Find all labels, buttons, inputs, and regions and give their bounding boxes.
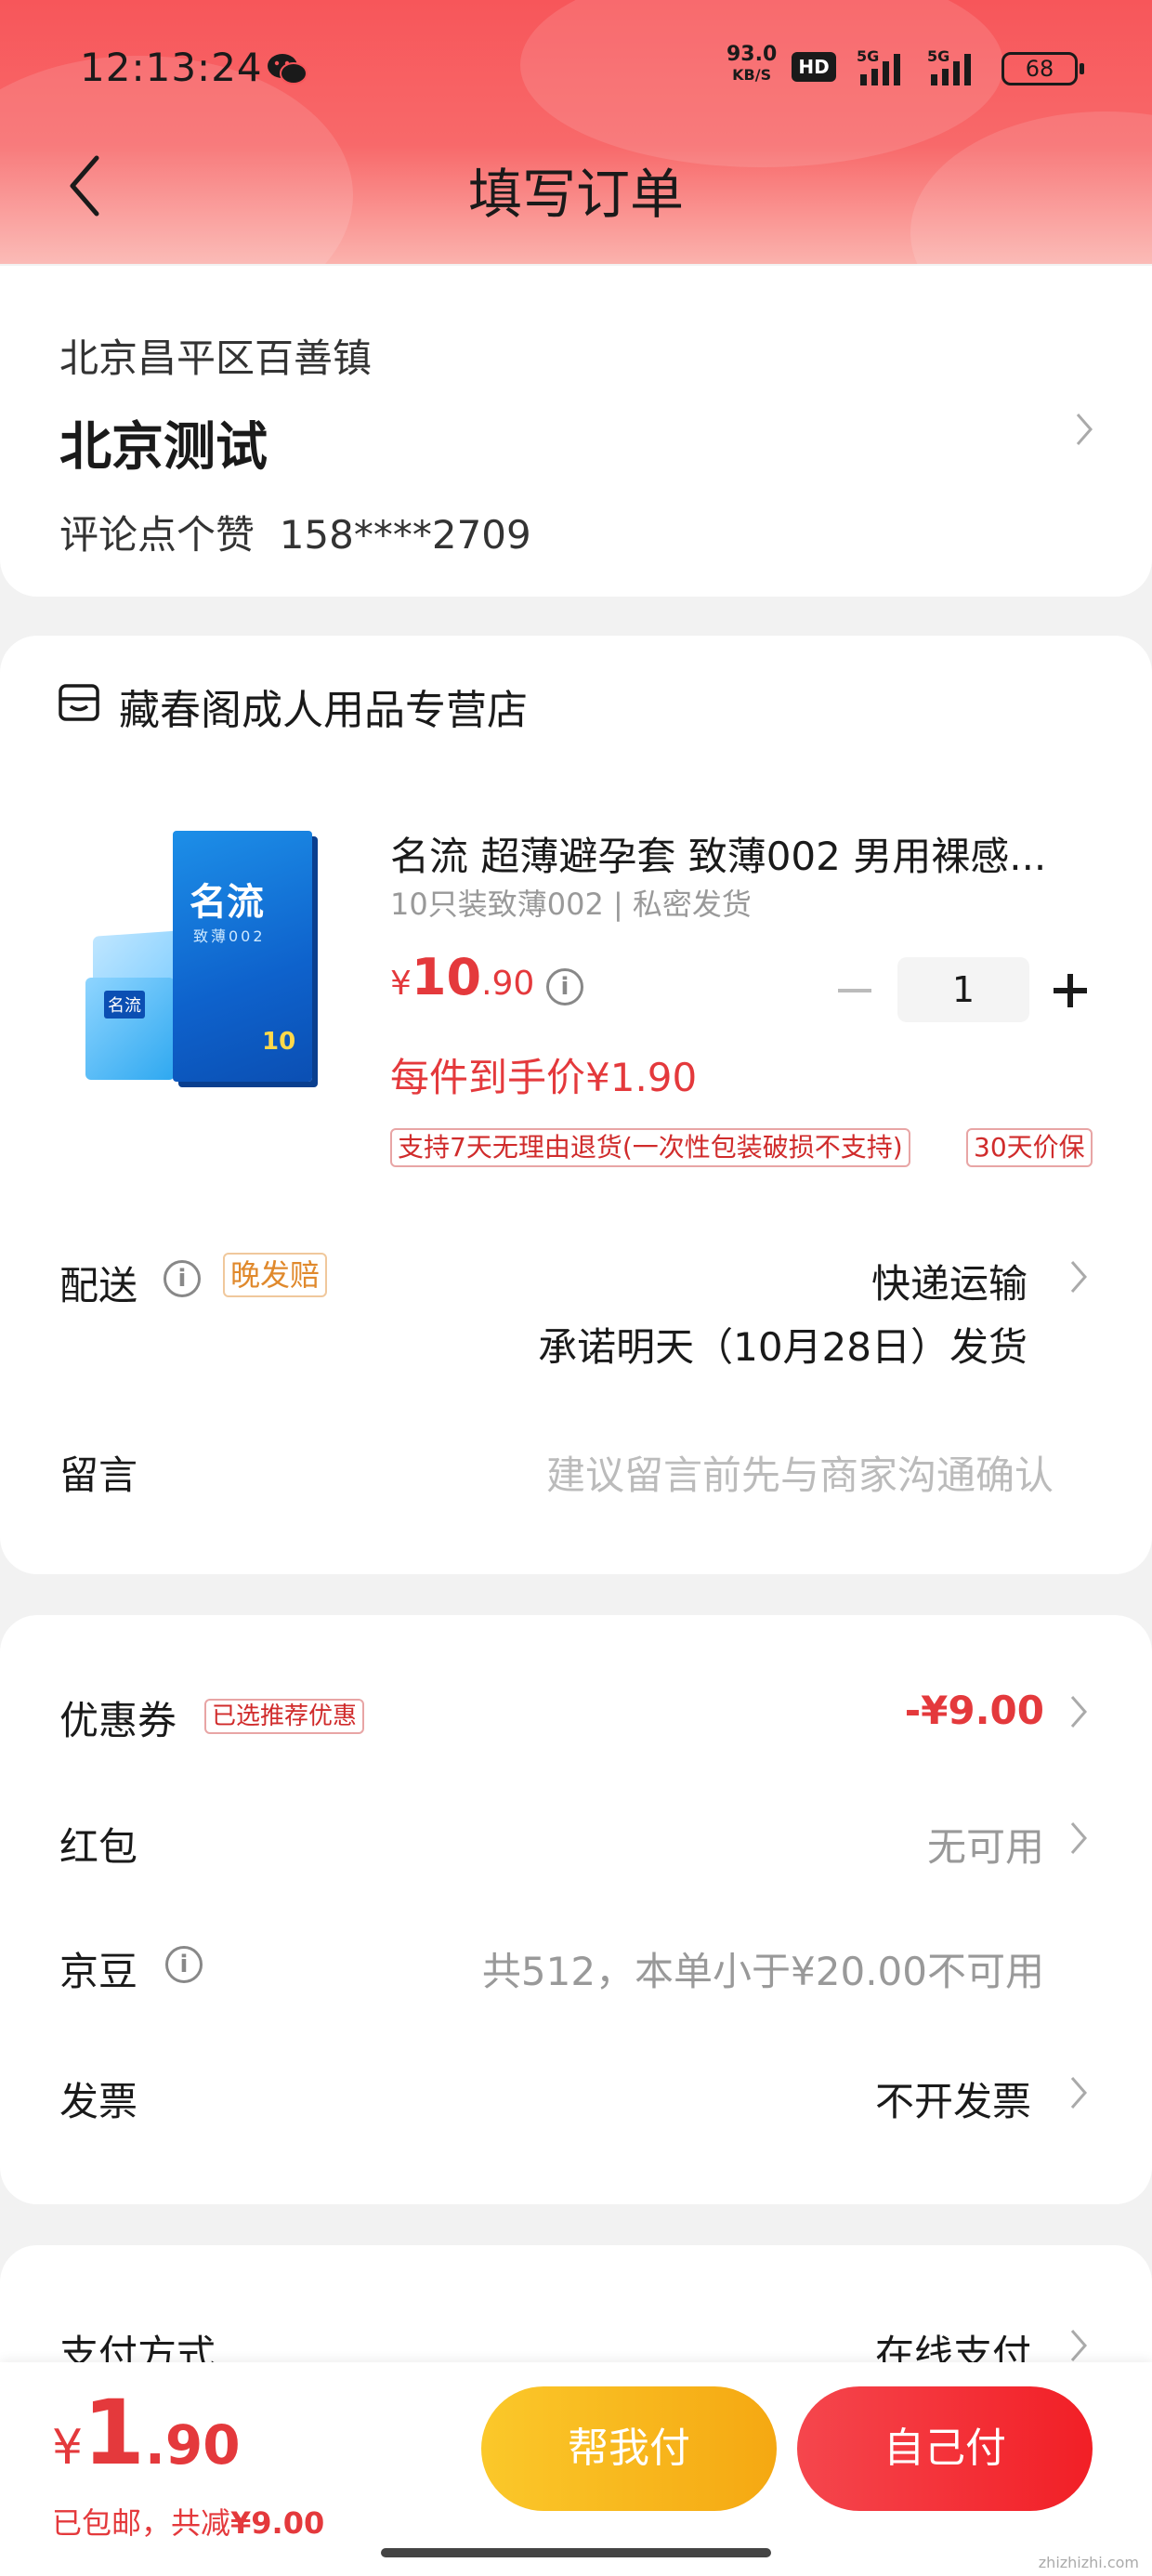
- delivery-method[interactable]: 快递运输: [871, 1253, 1028, 1309]
- total-price: ¥1.90: [52, 2381, 241, 2485]
- address-region: 北京昌平区百善镇: [59, 335, 373, 381]
- invoice-label: 发票: [59, 2079, 138, 2124]
- return-policy-tag: 支持7天无理由退货(一次性包装破损不支持): [390, 1128, 910, 1167]
- quantity-input[interactable]: 1: [897, 957, 1029, 1022]
- shipping-text: 已包邮，共减: [52, 2505, 231, 2541]
- price-int: 10: [411, 948, 482, 1006]
- product-title[interactable]: 名流 超薄避孕套 致薄002 男用裸感...: [390, 825, 1096, 882]
- net-speed: 93.0 KB/S: [727, 45, 777, 85]
- store-icon: [59, 684, 99, 721]
- product-spec: 10只装致薄002 | 私密发货: [390, 887, 752, 922]
- page-title: 填写订单: [467, 163, 684, 226]
- signal-5g-icon: 5G: [857, 47, 900, 85]
- friend-pay-button[interactable]: 帮我付: [481, 2386, 777, 2511]
- store-name[interactable]: 藏春阁成人用品专营店: [119, 677, 528, 736]
- coupon-badge: 已选推荐优惠: [204, 1699, 365, 1734]
- svg-text:5G: 5G: [927, 47, 949, 65]
- price-info-icon[interactable]: i: [546, 968, 583, 1005]
- jingdou-value: 共512，本单小于¥20.00不可用: [481, 1949, 1044, 1994]
- address-card[interactable]: 北京昌平区百善镇 北京测试 评论点个赞 158****2709: [0, 266, 1152, 597]
- total-dec: .90: [144, 2413, 241, 2477]
- status-bar: 12:13:24 93.0 KB/S HD 5G 5G 68: [0, 41, 1152, 97]
- late-compensation-badge: 晚发赔: [223, 1253, 328, 1297]
- product-image[interactable]: 名流 名流 致薄002 10: [85, 831, 327, 1082]
- address-detail: 北京测试: [59, 417, 268, 478]
- battery-icon: 68: [1001, 52, 1084, 85]
- box-sub: 致薄002: [193, 927, 266, 945]
- plus-icon[interactable]: [1052, 972, 1089, 1009]
- svg-text:5G: 5G: [857, 47, 879, 65]
- chevron-right-icon: [1070, 1261, 1087, 1293]
- address-contact: 评论点个赞 158****2709: [59, 512, 531, 558]
- hd-icon: HD: [792, 52, 836, 82]
- benefits-card: 优惠券 已选推荐优惠 -¥9.00 红包 无可用 京豆 i 共512，本单小于¥…: [0, 1615, 1152, 2204]
- nav-bar: 填写订单: [0, 139, 1152, 232]
- total-symbol: ¥: [52, 2420, 84, 2476]
- minus-icon[interactable]: [836, 987, 873, 994]
- redpacket-label: 红包: [59, 1824, 138, 1870]
- message-input[interactable]: 建议留言前先与商家沟通确认: [546, 1444, 1054, 1501]
- saved-amount: ¥9.00: [230, 2505, 325, 2541]
- message-label: 留言: [59, 1452, 138, 1498]
- status-time: 12:13:24: [80, 45, 263, 90]
- chevron-right-icon: [1070, 1696, 1087, 1728]
- chevron-right-icon: [1070, 2077, 1087, 2109]
- chevron-right-icon: [1070, 1822, 1087, 1854]
- price-dec: .90: [481, 965, 535, 1003]
- jingdou-info-icon[interactable]: i: [165, 1946, 203, 1983]
- home-indicator: [381, 2548, 771, 2557]
- price-protect-tag: 30天价保: [966, 1128, 1093, 1167]
- net-speed-unit: KB/S: [732, 66, 772, 84]
- box-count: 10: [262, 1028, 296, 1056]
- redpacket-value[interactable]: 无可用: [927, 1816, 1044, 1873]
- self-pay-button[interactable]: 自己付: [797, 2386, 1093, 2511]
- packet-brand: 名流: [104, 991, 145, 1019]
- wechat-icon: [268, 54, 308, 85]
- product-box: 名流 致薄002 10: [173, 831, 312, 1082]
- box-brand: 名流: [190, 881, 264, 924]
- product-price: ¥10.90: [390, 948, 534, 1006]
- total-int: 1: [83, 2381, 145, 2485]
- coupon-value[interactable]: -¥9.00: [905, 1688, 1044, 1733]
- delivery-info-icon[interactable]: i: [164, 1260, 201, 1297]
- shipping-info: 已包邮，共减¥9.00: [52, 2500, 324, 2543]
- chevron-right-icon: [1070, 2330, 1087, 2361]
- final-price: 每件到手价¥1.90: [390, 1055, 698, 1100]
- delivery-promise: 承诺明天（10月28日）发货: [538, 1324, 1028, 1370]
- packet-front: 名流: [85, 978, 175, 1080]
- order-card: 藏春阁成人用品专营店 名流 名流 致薄002 10 名流 超薄避孕套 致薄002…: [0, 636, 1152, 1574]
- chevron-right-icon: [1076, 414, 1093, 445]
- delivery-label: 配送: [59, 1263, 138, 1308]
- jingdou-label: 京豆: [59, 1949, 138, 1994]
- watermark: zhizhizhi.com: [1038, 2554, 1139, 2571]
- invoice-value[interactable]: 不开发票: [875, 2070, 1031, 2127]
- net-speed-value: 93.0: [727, 43, 778, 66]
- coupon-label: 优惠券: [59, 1698, 177, 1743]
- header-background: 12:13:24 93.0 KB/S HD 5G 5G 68 填写订单: [0, 0, 1152, 264]
- price-symbol: ¥: [390, 965, 412, 1003]
- checkout-bar: ¥1.90 已包邮，共减¥9.00 帮我付 自己付 zhizhizhi.com: [0, 2362, 1152, 2576]
- signal-5g-icon-2: 5G: [927, 47, 971, 85]
